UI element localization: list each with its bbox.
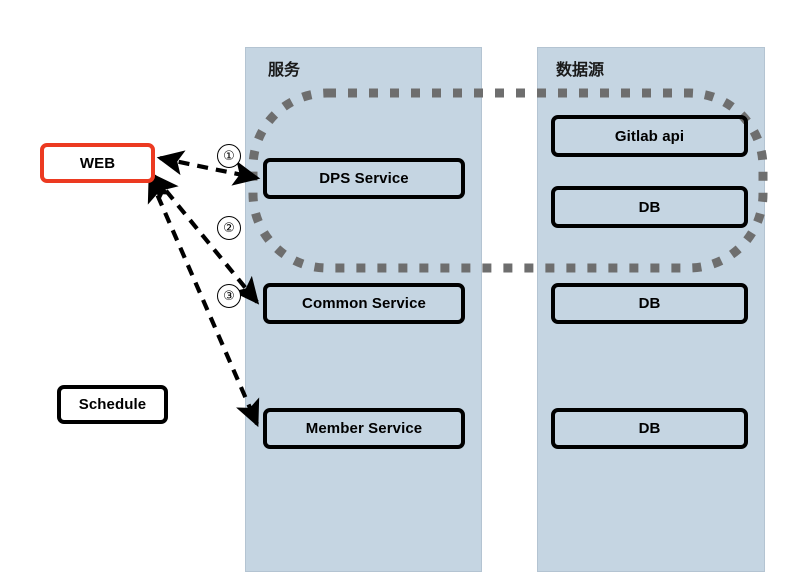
node-dps-service[interactable]: DPS Service xyxy=(263,158,465,199)
node-member-service[interactable]: Member Service xyxy=(263,408,465,449)
panel-services-title: 服务 xyxy=(268,60,301,79)
node-db-bottom-label: DB xyxy=(638,420,661,437)
node-schedule-label: Schedule xyxy=(78,396,147,413)
connector-web-to-common-service xyxy=(151,173,260,305)
connector-web-to-dps-service xyxy=(156,150,261,186)
node-db-top-label: DB xyxy=(638,198,661,216)
diagram-canvas: 服务 数据源 WEB Schedule DPS Service Common S… xyxy=(0,0,791,578)
node-common-service[interactable]: Common Service xyxy=(263,283,465,324)
node-db-bottom[interactable]: DB xyxy=(551,408,748,449)
node-gitlab-api[interactable]: Gitlab api xyxy=(551,115,748,157)
node-db-middle-label: DB xyxy=(638,295,661,312)
step-marker-1: ① xyxy=(217,144,241,168)
node-common-service-label: Common Service xyxy=(302,295,426,312)
node-web-label: WEB xyxy=(79,154,116,172)
node-gitlab-api-label: Gitlab api xyxy=(614,127,685,145)
node-dps-service-label: DPS Service xyxy=(319,170,409,187)
step-marker-2: ② xyxy=(217,216,241,240)
node-db-middle[interactable]: DB xyxy=(551,283,748,324)
step-marker-3: ③ xyxy=(217,284,241,308)
node-db-top[interactable]: DB xyxy=(551,186,748,228)
node-web[interactable]: WEB xyxy=(40,143,155,183)
panel-datasources-title: 数据源 xyxy=(556,60,605,79)
node-schedule[interactable]: Schedule xyxy=(57,385,168,424)
node-member-service-label: Member Service xyxy=(305,420,423,437)
